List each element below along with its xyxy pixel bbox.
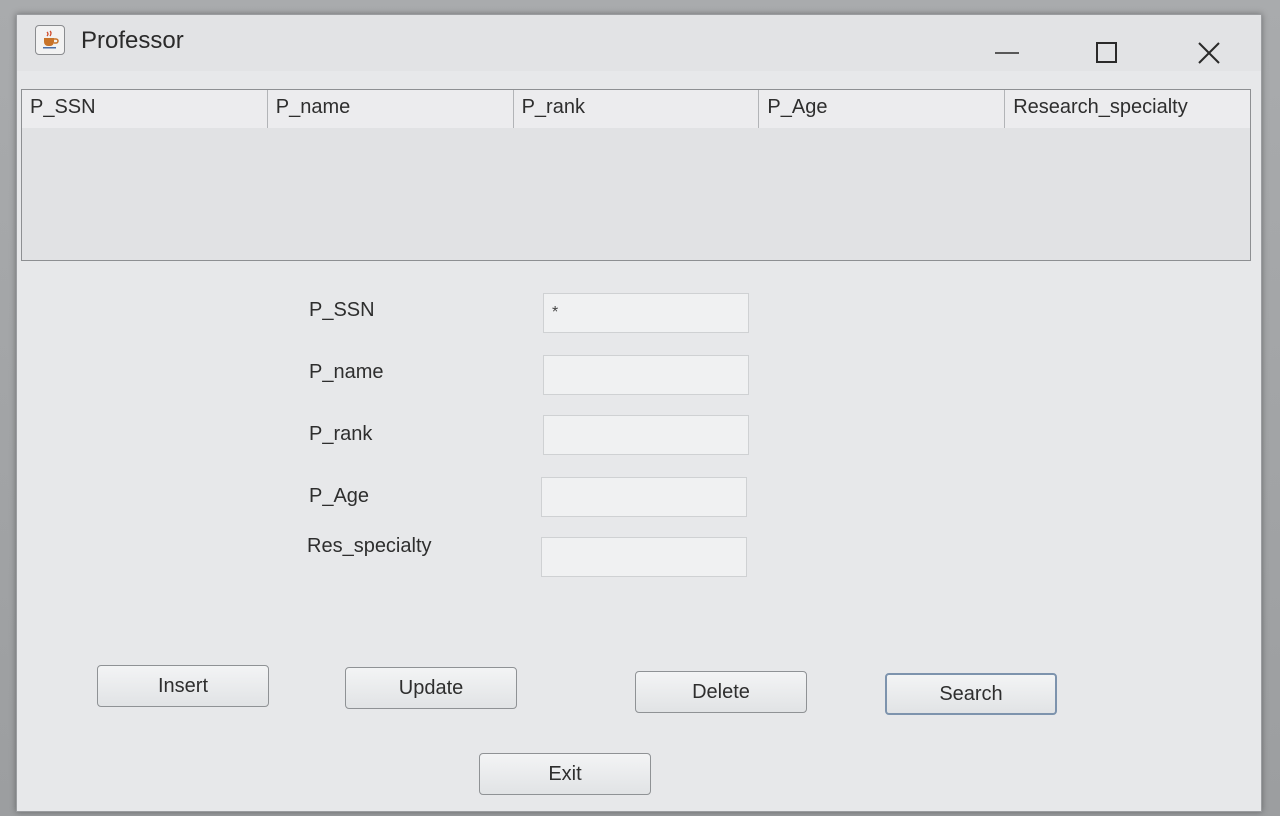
- exit-button[interactable]: Exit: [479, 753, 651, 795]
- professor-table[interactable]: P_SSN P_name P_rank P_Age Research_speci…: [21, 89, 1251, 261]
- title-bar[interactable]: Professor: [17, 15, 1261, 71]
- res-specialty-input[interactable]: [541, 537, 747, 577]
- p-name-input[interactable]: [543, 355, 749, 395]
- professor-window: Professor P_SSN P_name P_rank P_Age Rese…: [16, 14, 1262, 812]
- p-ssn-label: P_SSN: [309, 299, 375, 321]
- column-header-p-name[interactable]: P_name: [268, 90, 514, 128]
- column-header-p-age[interactable]: P_Age: [759, 90, 1006, 128]
- p-ssn-input[interactable]: [543, 293, 749, 333]
- window-title: Professor: [81, 27, 184, 54]
- table-body[interactable]: [22, 128, 1250, 260]
- table-header: P_SSN P_name P_rank P_Age Research_speci…: [22, 90, 1250, 129]
- p-age-input[interactable]: [541, 477, 747, 517]
- p-rank-label: P_rank: [309, 423, 373, 445]
- column-header-p-ssn[interactable]: P_SSN: [22, 90, 268, 128]
- delete-button[interactable]: Delete: [635, 671, 807, 713]
- p-name-label: P_name: [309, 361, 384, 383]
- update-button[interactable]: Update: [345, 667, 517, 709]
- res-specialty-label: Res_specialty: [307, 535, 432, 557]
- java-cup-icon: [35, 25, 65, 55]
- close-icon[interactable]: [1189, 37, 1229, 69]
- search-button[interactable]: Search: [885, 673, 1057, 715]
- column-header-p-rank[interactable]: P_rank: [514, 90, 760, 128]
- insert-button[interactable]: Insert: [97, 665, 269, 707]
- maximize-icon[interactable]: [1087, 37, 1127, 69]
- column-header-research-specialty[interactable]: Research_specialty: [1005, 90, 1250, 128]
- minimize-icon[interactable]: [987, 37, 1027, 69]
- p-rank-input[interactable]: [543, 415, 749, 455]
- p-age-label: P_Age: [309, 485, 370, 507]
